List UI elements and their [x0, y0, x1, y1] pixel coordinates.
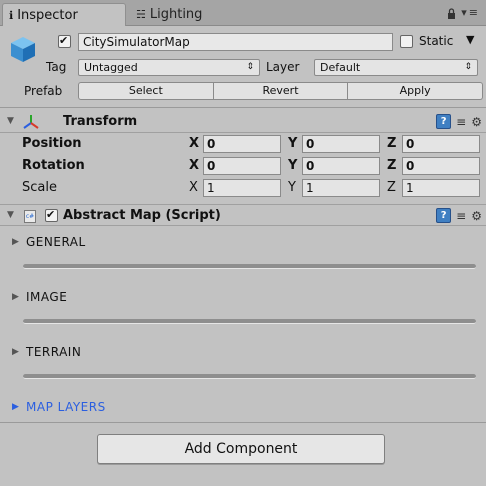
expand-arrow-icon: ▶ [12, 292, 19, 302]
layer-label: Layer [266, 60, 300, 74]
tag-label: Tag [46, 60, 67, 74]
tab-menu-icon[interactable]: ▾≡ [461, 6, 480, 19]
script-enabled-checkbox[interactable] [45, 208, 58, 222]
position-x-label: X [189, 136, 200, 151]
rotation-z-field[interactable]: 0 [402, 157, 480, 175]
tab-lighting-label: Lighting [149, 7, 203, 22]
rotation-z-label: Z [387, 158, 397, 173]
active-checkbox[interactable] [58, 34, 71, 48]
fold-arrow-icon[interactable]: ▼ [7, 210, 14, 220]
expand-arrow-icon: ▶ [12, 237, 19, 247]
script-file-icon: c# [24, 210, 36, 223]
rotation-y-field[interactable]: 0 [302, 157, 380, 175]
tag-dropdown[interactable]: Untagged ⇕ [78, 59, 260, 76]
section-image[interactable]: ▶ IMAGE [10, 289, 480, 309]
rotation-label: Rotation [22, 158, 85, 173]
rotation-x-field[interactable]: 0 [203, 157, 281, 175]
help-icon[interactable]: ? [436, 208, 452, 223]
tag-value: Untagged [84, 61, 138, 74]
dropdown-arrows-icon: ⇕ [464, 62, 472, 72]
gameobject-cube-icon [11, 37, 35, 62]
scale-label: Scale [22, 180, 57, 195]
scale-x-label: X [189, 180, 198, 195]
gear-icon[interactable]: ⚙ [471, 209, 482, 223]
position-y-label: Y [288, 136, 298, 151]
help-icon[interactable]: ? [436, 114, 452, 129]
dropdown-arrows-icon: ⇕ [246, 62, 254, 72]
preset-icon[interactable]: ≡ [456, 209, 466, 223]
position-z-label: Z [387, 136, 397, 151]
tab-options[interactable]: ▾≡ [447, 6, 480, 19]
section-terrain-label: TERRAIN [26, 345, 82, 359]
lighting-icon: ☵ [136, 8, 146, 21]
prefab-label: Prefab [24, 84, 63, 98]
rotation-y-label: Y [288, 158, 298, 173]
static-checkbox[interactable] [400, 35, 413, 48]
scale-y-label: Y [288, 180, 296, 195]
layer-value: Default [320, 61, 361, 74]
section-separator [23, 374, 476, 379]
info-icon: ℹ [9, 8, 14, 22]
position-y-field[interactable]: 0 [302, 135, 380, 153]
rotation-row: Rotation X 0 Y 0 Z 0 [0, 155, 486, 177]
expand-arrow-icon: ▶ [12, 347, 19, 357]
tab-lighting[interactable]: ☵ Lighting [130, 3, 250, 26]
position-x-field[interactable]: 0 [203, 135, 281, 153]
prefab-apply-button[interactable]: Apply [348, 82, 484, 100]
transform-header[interactable]: ▼ Transform ? ≡ ⚙ [0, 111, 486, 133]
scale-z-label: Z [387, 180, 396, 195]
fold-arrow-icon[interactable]: ▼ [7, 116, 14, 126]
layer-dropdown[interactable]: Default ⇕ [314, 59, 478, 76]
object-name-field[interactable]: CitySimulatorMap [78, 33, 393, 51]
tab-inspector-label: Inspector [17, 7, 78, 23]
scale-x-field[interactable]: 1 [203, 179, 281, 197]
section-separator [23, 319, 476, 324]
prefab-select-button[interactable]: Select [78, 82, 214, 100]
section-separator [23, 264, 476, 269]
static-label: Static [419, 34, 454, 48]
rotation-x-label: X [189, 158, 200, 173]
section-image-label: IMAGE [26, 290, 68, 304]
position-label: Position [22, 136, 82, 151]
tab-inspector[interactable]: ℹ Inspector [2, 3, 126, 26]
add-component-button[interactable]: Add Component [97, 434, 385, 464]
prefab-revert-button[interactable]: Revert [213, 82, 349, 100]
gear-icon[interactable]: ⚙ [471, 115, 482, 129]
script-title: Abstract Map (Script) [63, 208, 221, 223]
transform-axes-icon [23, 115, 39, 129]
expand-arrow-icon: ▶ [12, 402, 19, 412]
scale-row: Scale X 1 Y 1 Z 1 [0, 177, 486, 199]
section-general[interactable]: ▶ GENERAL [10, 234, 480, 254]
section-general-label: GENERAL [26, 235, 86, 249]
lock-icon[interactable] [447, 7, 456, 19]
scale-y-field[interactable]: 1 [302, 179, 380, 197]
prefab-buttons: Select Revert Apply [78, 82, 484, 100]
component-divider [0, 422, 486, 423]
script-tools: ? ≡ ⚙ [436, 208, 482, 223]
scale-z-field[interactable]: 1 [402, 179, 480, 197]
preset-icon[interactable]: ≡ [456, 115, 466, 129]
static-dropdown-arrow-icon[interactable]: ▼ [466, 33, 474, 46]
section-map-layers[interactable]: ▶ MAP LAYERS [10, 399, 480, 419]
section-terrain[interactable]: ▶ TERRAIN [10, 344, 480, 364]
position-z-field[interactable]: 0 [402, 135, 480, 153]
section-map-layers-label: MAP LAYERS [26, 400, 106, 414]
transform-title: Transform [63, 114, 138, 129]
position-row: Position X 0 Y 0 Z 0 [0, 133, 486, 155]
transform-tools: ? ≡ ⚙ [436, 114, 482, 129]
tab-bar: ℹ Inspector ☵ Lighting ▾≡ [0, 0, 486, 26]
gameobject-header: CitySimulatorMap Static ▼ Tag Untagged ⇕… [0, 26, 486, 108]
script-header[interactable]: ▼ c# Abstract Map (Script) ? ≡ ⚙ [0, 204, 486, 226]
